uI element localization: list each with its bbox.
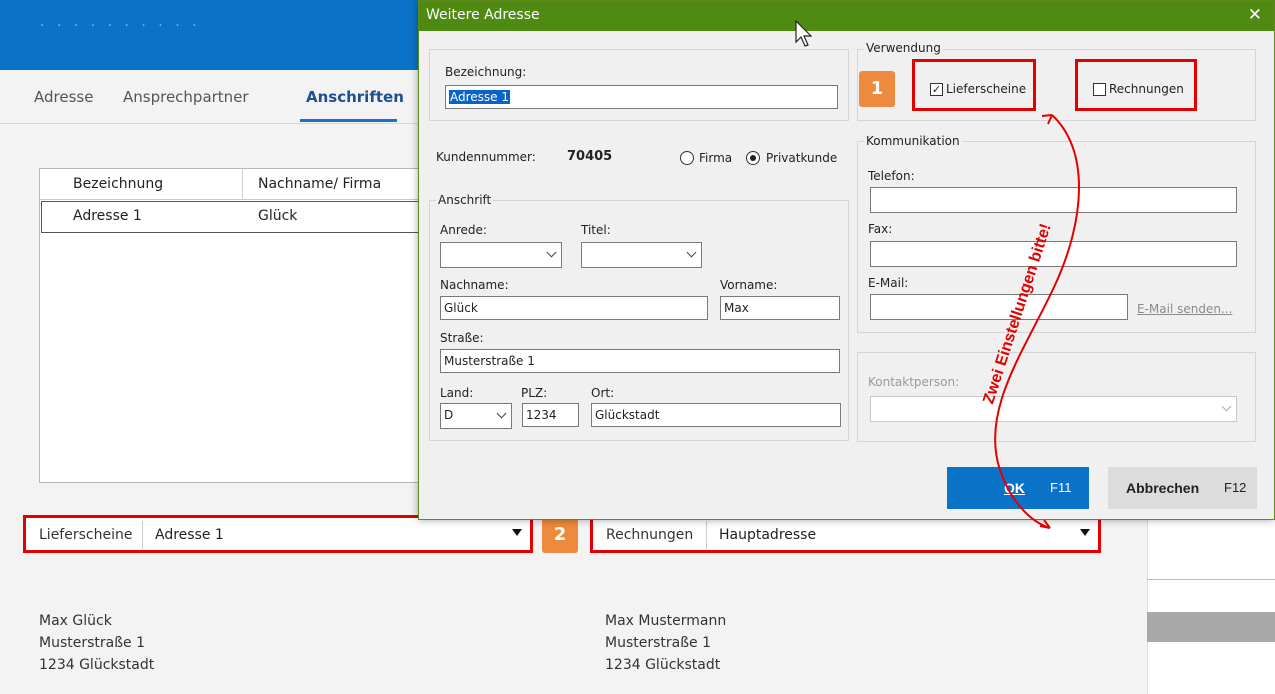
- strasse-input[interactable]: Musterstraße 1: [440, 349, 840, 373]
- radio-firma-label: Firma: [699, 151, 733, 165]
- vorname-label: Vorname:: [720, 278, 778, 292]
- dialog-weitere-adresse: Weitere Adresse ✕ Bezeichnung: Adresse 1…: [418, 0, 1275, 520]
- vorname-input[interactable]: Max: [720, 296, 840, 320]
- kommunikation-group-title: Kommunikation: [864, 134, 962, 148]
- rechnungen-checkbox-label: Rechnungen: [1109, 82, 1184, 96]
- nachname-label: Nachname:: [440, 278, 509, 292]
- column-header-nachname[interactable]: Nachname/ Firma: [258, 176, 381, 192]
- telefon-label: Telefon:: [868, 169, 915, 183]
- land-select-value: D: [444, 408, 454, 422]
- radio-firma[interactable]: [680, 151, 694, 165]
- address-line: Musterstraße 1: [605, 635, 712, 651]
- dialog-title: Weitere Adresse: [426, 7, 540, 23]
- rechnungen-selector-label: Rechnungen: [606, 527, 694, 543]
- cancel-button-shortcut: F12: [1224, 480, 1247, 495]
- addresses-table: Bezeichnung Nachname/ Firma Adresse 1 Gl…: [39, 168, 421, 483]
- chevron-down-icon: [546, 247, 557, 258]
- lieferscheine-selector: Lieferscheine Adresse 1: [23, 515, 533, 553]
- header-title-obscured: · · · · · · · · · ·: [40, 18, 201, 34]
- lieferscheine-dropdown-value: Adresse 1: [155, 527, 224, 543]
- table-row[interactable]: Adresse 1 Glück: [41, 201, 420, 233]
- lieferscheine-selector-label: Lieferscheine: [39, 527, 133, 543]
- tab-anschriften[interactable]: Anschriften: [306, 88, 404, 106]
- fax-label: Fax:: [868, 222, 893, 236]
- address-preview-lieferscheine: Max Glück Musterstraße 1 1234 Glückstadt: [39, 610, 154, 676]
- land-label: Land:: [440, 386, 474, 400]
- chevron-down-icon: [1221, 401, 1232, 412]
- side-panel-header: [1147, 612, 1275, 642]
- kundennummer-label: Kundennummer:: [436, 150, 536, 164]
- email-label: E-Mail:: [868, 276, 909, 290]
- tab-ansprechpartner[interactable]: Ansprechpartner: [123, 88, 249, 106]
- annotation-arrow: [994, 114, 1080, 529]
- titel-label: Titel:: [581, 223, 611, 237]
- bezeichnung-input-value: Adresse 1: [449, 90, 511, 104]
- chevron-down-icon: [496, 408, 507, 419]
- email-send-link[interactable]: E-Mail senden...: [1137, 302, 1232, 316]
- ort-label: Ort:: [591, 386, 615, 400]
- address-line: Max Mustermann: [605, 613, 727, 629]
- table-header: Bezeichnung Nachname/ Firma: [40, 169, 420, 200]
- address-line: 1234 Glückstadt: [605, 657, 721, 673]
- mouse-cursor-icon: [795, 20, 813, 47]
- address-line: 1234 Glückstadt: [39, 657, 155, 673]
- address-line: Max Glück: [39, 613, 112, 629]
- dialog-titlebar[interactable]: Weitere Adresse ✕: [419, 1, 1274, 31]
- step-badge-1: 1: [859, 71, 895, 107]
- cell-bezeichnung: Adresse 1: [73, 208, 142, 224]
- cell-nachname: Glück: [258, 208, 298, 224]
- anschrift-group: Anschrift Anrede: Titel: Nachname: Glück…: [429, 193, 849, 441]
- close-icon[interactable]: ✕: [1248, 5, 1262, 25]
- lieferscheine-dropdown[interactable]: Adresse 1: [142, 521, 528, 549]
- chevron-down-icon: [1080, 529, 1090, 536]
- anrede-select[interactable]: [440, 242, 562, 268]
- side-panel: [1147, 520, 1275, 694]
- plz-label: PLZ:: [521, 386, 548, 400]
- active-tab-indicator: [300, 119, 397, 122]
- bezeichnung-label: Bezeichnung:: [445, 65, 527, 79]
- land-select[interactable]: D: [440, 403, 512, 429]
- lieferscheine-checkbox-label: Lieferscheine: [946, 82, 1027, 96]
- bezeichnung-group: Bezeichnung: Adresse 1: [429, 49, 849, 121]
- column-header-bezeichnung[interactable]: Bezeichnung: [73, 176, 163, 192]
- kundennummer-value: 70405: [567, 149, 613, 164]
- rechnungen-checkbox[interactable]: [1093, 83, 1106, 96]
- kontaktperson-label: Kontaktperson:: [868, 375, 960, 389]
- step-badge-2: 2: [542, 517, 578, 553]
- address-line: Musterstraße 1: [39, 635, 146, 651]
- verwendung-group-title: Verwendung: [864, 41, 943, 55]
- chevron-down-icon: [512, 529, 522, 536]
- divider: [1147, 579, 1275, 580]
- tab-adresse[interactable]: Adresse: [34, 88, 93, 106]
- anrede-label: Anrede:: [440, 223, 487, 237]
- nachname-input[interactable]: Glück: [440, 296, 708, 320]
- chevron-down-icon: [686, 247, 697, 258]
- plz-input[interactable]: 1234: [522, 403, 579, 427]
- anschrift-group-title: Anschrift: [436, 193, 494, 207]
- ort-input[interactable]: Glückstadt: [591, 403, 841, 427]
- cancel-button-label: Abbrechen: [1126, 480, 1200, 496]
- tab-bar: Adresse Ansprechpartner Anschriften: [0, 70, 420, 124]
- column-separator: [242, 169, 243, 200]
- address-preview-rechnungen: Max Mustermann Musterstraße 1 1234 Glück…: [605, 610, 726, 676]
- cancel-button[interactable]: Abbrechen F12: [1108, 467, 1257, 509]
- radio-privatkunde[interactable]: [746, 151, 760, 165]
- titel-select[interactable]: [581, 242, 702, 268]
- rechnungen-dropdown-value: Hauptadresse: [719, 527, 817, 543]
- strasse-label: Straße:: [440, 331, 484, 345]
- lieferscheine-checkbox[interactable]: ✓: [930, 83, 943, 96]
- bezeichnung-input[interactable]: Adresse 1: [445, 85, 838, 109]
- radio-privatkunde-label: Privatkunde: [766, 151, 838, 165]
